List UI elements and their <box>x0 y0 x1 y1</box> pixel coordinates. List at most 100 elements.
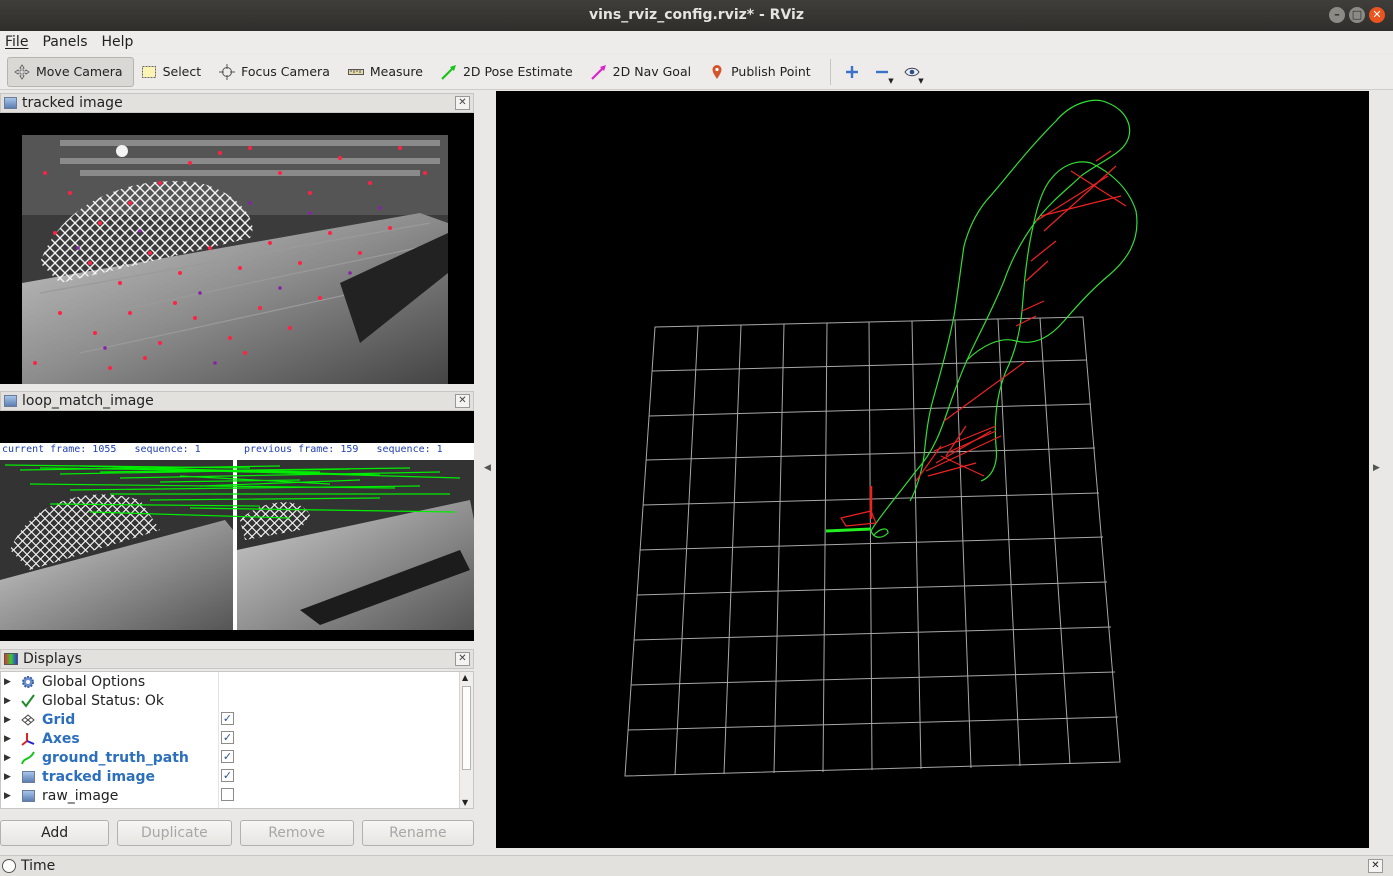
displays-tree[interactable]: ▶ Global Options ▶ Global Status: Ok ▶ G… <box>0 671 474 809</box>
close-icon[interactable]: ✕ <box>1369 7 1385 23</box>
time-panel: Time ✕ <box>0 855 1393 876</box>
minimize-icon[interactable]: – <box>1329 7 1345 23</box>
focus-camera-icon <box>219 63 236 80</box>
expand-arrow-icon[interactable]: ▶ <box>4 772 14 782</box>
loop-match-panel: loop_match_image ✕ current frame: 1055 s… <box>0 391 474 641</box>
publish-point-icon <box>709 64 725 80</box>
tool-label: Select <box>162 64 202 79</box>
close-icon[interactable]: ✕ <box>455 394 470 408</box>
menu-file[interactable]: File <box>5 34 28 50</box>
expand-arrow-icon[interactable]: ▶ <box>4 791 14 801</box>
maximize-icon[interactable]: □ <box>1349 7 1365 23</box>
tracked-image-panel: tracked image ✕ <box>0 93 474 384</box>
expand-arrow-icon[interactable]: ▶ <box>4 734 14 744</box>
display-buttons: Add Duplicate Remove Rename <box>0 820 474 846</box>
panel-title: tracked image <box>22 95 123 111</box>
display-label: raw_image <box>42 787 119 804</box>
loop-match-view[interactable]: current frame: 1055 sequence: 1 previous… <box>0 411 474 641</box>
grid-icon <box>20 712 36 728</box>
displays-panel: Displays ✕ <box>0 649 474 669</box>
publish-point-tool[interactable]: Publish Point <box>702 57 822 87</box>
image-icon <box>20 788 36 804</box>
grid-display <box>624 316 1121 777</box>
menu-panels[interactable]: Panels <box>42 34 87 50</box>
scroll-thumb[interactable] <box>462 686 471 770</box>
display-label: Axes <box>42 730 80 747</box>
scroll-up-icon[interactable]: ▲ <box>462 673 468 682</box>
window-titlebar: vins_rviz_config.rviz* - RViz – □ ✕ <box>0 0 1393 31</box>
close-icon[interactable]: ✕ <box>1368 859 1383 873</box>
right-splitter[interactable]: ▶ <box>1369 91 1393 848</box>
tool-label: Measure <box>369 64 423 79</box>
move-camera-tool[interactable]: Move Camera <box>7 56 134 87</box>
ground-truth-path-checkbox[interactable]: ✓ <box>221 750 234 763</box>
display-row-global-options[interactable]: ▶ Global Options <box>1 672 459 691</box>
axes-checkbox[interactable]: ✓ <box>221 731 234 744</box>
chevron-down-icon: ▼ <box>888 76 894 85</box>
nav-goal-tool[interactable]: 2D Nav Goal <box>584 57 702 87</box>
expand-arrow-icon[interactable]: ▶ <box>4 715 14 725</box>
monitor-icon <box>4 653 18 665</box>
toolbar-separator <box>829 58 831 85</box>
window-title: vins_rviz_config.rviz* - RViz <box>589 7 804 23</box>
displays-scrollbar[interactable]: ▲ ▼ <box>459 672 473 808</box>
image-icon <box>4 97 17 109</box>
chevron-down-icon: ▼ <box>918 76 924 85</box>
select-icon <box>141 64 157 80</box>
eye-icon <box>904 67 920 76</box>
close-icon[interactable]: ✕ <box>455 96 470 110</box>
pose-estimate-tool[interactable]: 2D Pose Estimate <box>434 57 584 87</box>
tool-label: Publish Point <box>731 64 811 79</box>
focus-camera-tool[interactable]: Focus Camera <box>212 57 341 87</box>
expand-arrow-icon[interactable]: ▶ <box>4 696 14 706</box>
display-label: Global Status: Ok <box>42 692 165 709</box>
raw-image-checkbox[interactable] <box>221 788 234 801</box>
add-button[interactable]: Add <box>0 820 110 846</box>
display-row-global-status[interactable]: ▶ Global Status: Ok <box>1 691 459 710</box>
axes-display <box>825 486 877 533</box>
display-label: tracked image <box>42 768 156 785</box>
path-icon <box>20 750 36 766</box>
tool-label: Move Camera <box>36 64 123 79</box>
expand-arrow-icon[interactable]: ▶ <box>4 753 14 763</box>
grid-checkbox[interactable]: ✓ <box>221 712 234 725</box>
display-label: ground_truth_path <box>42 749 189 766</box>
expand-arrow-icon[interactable]: ▶ <box>4 677 14 687</box>
menu-help[interactable]: Help <box>102 34 134 50</box>
select-tool[interactable]: Select <box>134 57 213 87</box>
collapse-left-icon[interactable]: ◀ <box>484 463 491 473</box>
collapse-right-icon[interactable]: ▶ <box>1373 463 1380 473</box>
left-splitter[interactable]: ◀ <box>480 91 496 848</box>
rename-button[interactable]: Rename <box>361 820 474 846</box>
view-tool-button[interactable]: ▼ <box>897 57 927 87</box>
remove-button[interactable]: Remove <box>239 820 354 846</box>
measure-tool[interactable]: Measure <box>341 57 434 87</box>
panel-title: Time <box>21 858 56 874</box>
add-tool-button[interactable] <box>837 57 867 87</box>
close-icon[interactable]: ✕ <box>455 652 470 666</box>
checkmark-icon <box>20 693 36 709</box>
tracked-image-checkbox[interactable]: ✓ <box>221 769 234 782</box>
gear-icon <box>20 674 36 690</box>
plus-icon <box>845 65 858 78</box>
measure-icon <box>347 64 364 80</box>
displays-panel-header: Displays ✕ <box>0 649 474 669</box>
previous-frame-label: previous frame: 159 sequence: 1 <box>244 444 443 455</box>
move-camera-icon <box>14 63 30 80</box>
loop-match-panel-header: loop_match_image ✕ <box>0 391 474 411</box>
tool-bar: Move Camera Select Focus Camera Measure … <box>0 54 1393 90</box>
minus-icon <box>875 70 888 73</box>
panel-title: loop_match_image <box>22 393 154 409</box>
tool-label: 2D Pose Estimate <box>462 64 573 79</box>
tracked-image-view[interactable] <box>0 113 474 384</box>
nav-goal-icon <box>590 64 607 80</box>
tool-label: 2D Nav Goal <box>612 64 692 79</box>
duplicate-button[interactable]: Duplicate <box>117 820 232 846</box>
render-viewport[interactable] <box>496 91 1369 848</box>
clock-icon <box>2 859 16 873</box>
pose-estimate-icon <box>441 64 457 80</box>
axes-icon <box>20 731 36 747</box>
scroll-down-icon[interactable]: ▼ <box>462 798 468 807</box>
display-label: Grid <box>42 711 76 728</box>
remove-tool-button[interactable]: ▼ <box>867 57 897 87</box>
